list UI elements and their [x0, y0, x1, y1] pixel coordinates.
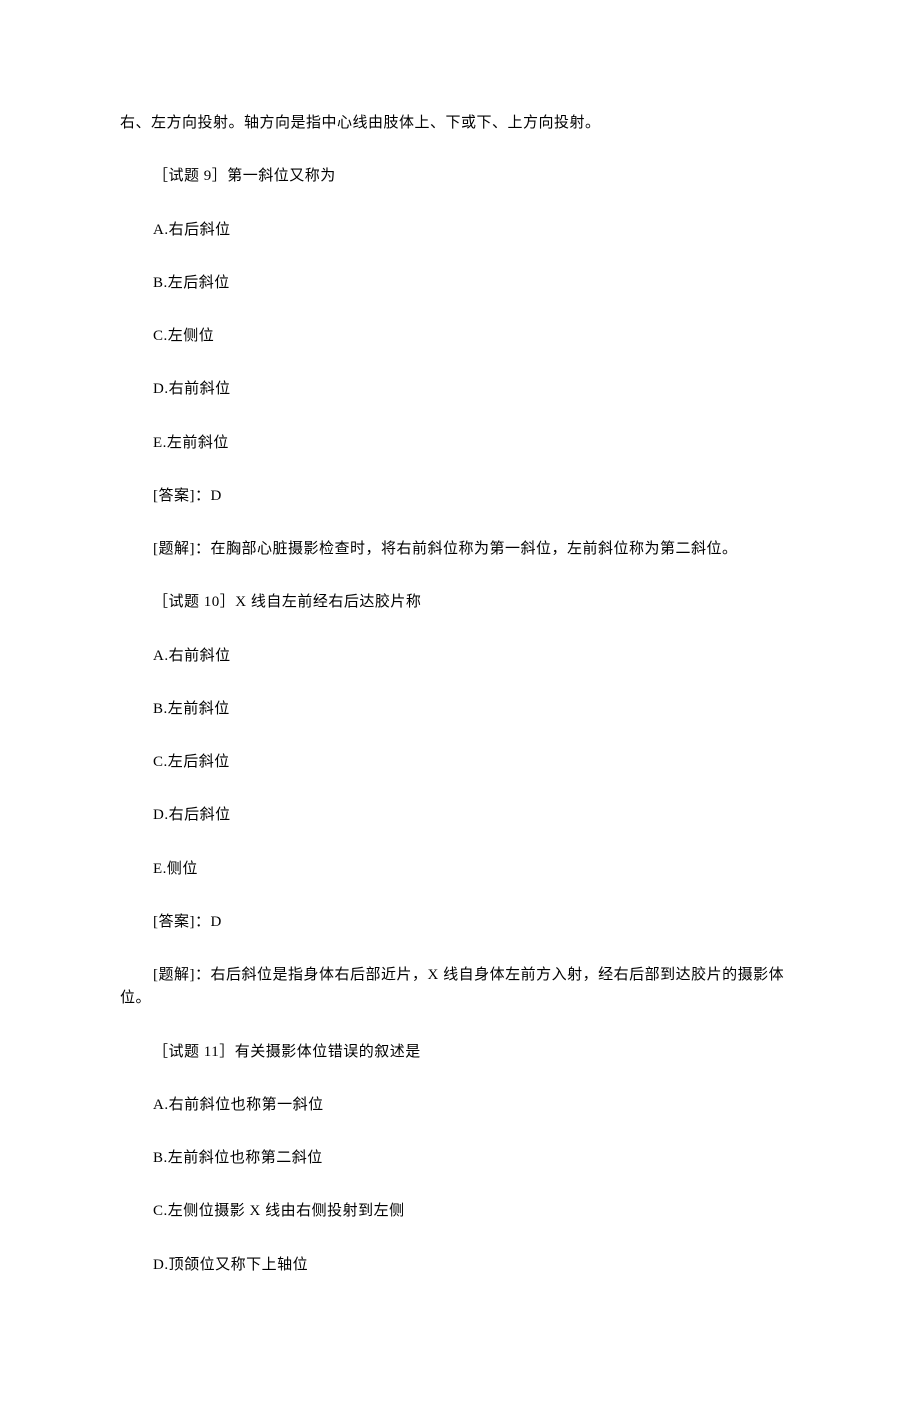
question-10-explanation: [题解]：右后斜位是指身体右后部近片，X 线自身体左前方入射，经右后部到达胶片的… [120, 964, 800, 1011]
question-10-option-a: A.右前斜位 [120, 645, 800, 668]
question-10-answer: [答案]：D [120, 911, 800, 934]
question-9-title: ［试题 9］第一斜位又称为 [120, 165, 800, 188]
question-11-option-b: B.左前斜位也称第二斜位 [120, 1147, 800, 1170]
question-9-option-b: B.左后斜位 [120, 272, 800, 295]
question-10-option-c: C.左后斜位 [120, 751, 800, 774]
question-10-option-b: B.左前斜位 [120, 698, 800, 721]
question-9-option-a: A.右后斜位 [120, 219, 800, 242]
question-10-option-e: E.侧位 [120, 858, 800, 881]
intro-continuation: 右、左方向投射。轴方向是指中心线由肢体上、下或下、上方向投射。 [120, 112, 800, 135]
question-11-option-d: D.顶颌位又称下上轴位 [120, 1254, 800, 1277]
question-9-option-e: E.左前斜位 [120, 432, 800, 455]
question-9-option-d: D.右前斜位 [120, 378, 800, 401]
question-9-option-c: C.左侧位 [120, 325, 800, 348]
question-9-explanation: [题解]：在胸部心脏摄影检查时，将右前斜位称为第一斜位，左前斜位称为第二斜位。 [120, 538, 800, 561]
question-11-title: ［试题 11］有关摄影体位错误的叙述是 [120, 1041, 800, 1064]
question-10-title: ［试题 10］X 线自左前经右后达胶片称 [120, 591, 800, 614]
question-11-option-c: C.左侧位摄影 X 线由右侧投射到左侧 [120, 1200, 800, 1223]
document-page: 右、左方向投射。轴方向是指中心线由肢体上、下或下、上方向投射。 ［试题 9］第一… [0, 0, 920, 1407]
question-10-option-d: D.右后斜位 [120, 804, 800, 827]
question-11-option-a: A.右前斜位也称第一斜位 [120, 1094, 800, 1117]
question-9-answer: [答案]：D [120, 485, 800, 508]
